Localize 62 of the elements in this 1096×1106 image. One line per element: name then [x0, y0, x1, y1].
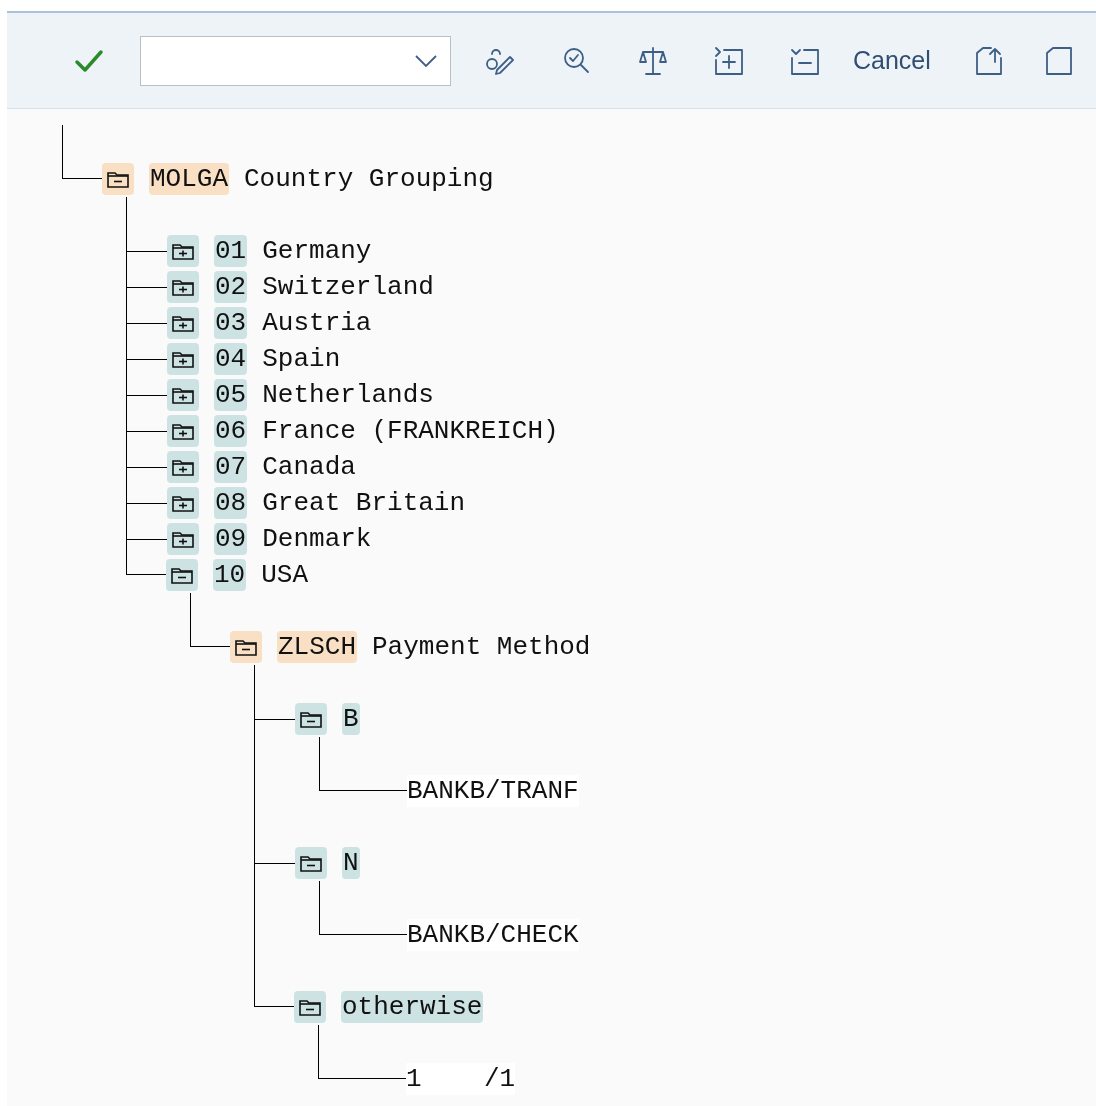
node-key[interactable]: 08	[214, 487, 248, 519]
node-key[interactable]: otherwise	[341, 991, 484, 1023]
folder-plus-icon[interactable]	[172, 350, 194, 368]
tree-leaf-text: 1 /1	[406, 1063, 516, 1095]
node-label: Great Britain	[262, 487, 466, 519]
node-label: Payment Method	[372, 631, 591, 663]
node-label: Switzerland	[262, 271, 434, 303]
folder-toggle[interactable]	[167, 271, 199, 303]
folder-plus-icon[interactable]	[172, 278, 194, 296]
folder-plus-icon[interactable]	[172, 386, 194, 404]
node-key[interactable]: 02	[214, 271, 248, 303]
node-key[interactable]: MOLGA	[149, 163, 229, 195]
node-label: USA	[261, 559, 309, 591]
node-key[interactable]: 10	[213, 559, 247, 591]
folder-plus-icon[interactable]	[172, 530, 194, 548]
tree-leaf-text: BANKB/CHECK	[407, 919, 579, 951]
node-label: Spain	[262, 343, 341, 375]
node-key[interactable]: 05	[214, 379, 248, 411]
node-key[interactable]: 03	[214, 307, 248, 339]
folder-toggle[interactable]	[167, 343, 199, 375]
folder-toggle[interactable]	[295, 847, 327, 879]
folder-plus-icon[interactable]	[172, 314, 194, 332]
tree-leaf-text: BANKB/TRANF	[407, 775, 579, 807]
folder-plus-icon[interactable]	[172, 458, 194, 476]
node-label: Country Grouping	[244, 163, 494, 195]
node-label: France (FRANKREICH)	[262, 415, 559, 447]
node-key[interactable]: 06	[214, 415, 248, 447]
folder-toggle[interactable]	[295, 703, 327, 735]
folder-toggle[interactable]	[102, 163, 134, 195]
folder-minus-icon[interactable]	[300, 854, 322, 872]
node-key[interactable]: 09	[214, 523, 248, 555]
folder-minus-icon[interactable]	[299, 998, 321, 1016]
folder-plus-icon[interactable]	[172, 422, 194, 440]
node-key[interactable]: B	[342, 703, 360, 735]
node-key[interactable]: N	[342, 847, 360, 879]
folder-plus-icon[interactable]	[172, 242, 194, 260]
node-label: Canada	[262, 451, 356, 483]
folder-toggle[interactable]	[230, 631, 262, 663]
folder-toggle[interactable]	[167, 451, 199, 483]
folder-toggle[interactable]	[167, 379, 199, 411]
folder-toggle[interactable]	[166, 559, 198, 591]
folder-toggle[interactable]	[167, 523, 199, 555]
folder-toggle[interactable]	[167, 235, 199, 267]
node-key[interactable]: ZLSCH	[277, 631, 357, 663]
folder-toggle[interactable]	[167, 307, 199, 339]
folder-toggle[interactable]	[167, 487, 199, 519]
folder-minus-icon[interactable]	[300, 710, 322, 728]
node-label: Netherlands	[262, 379, 434, 411]
node-key[interactable]: 04	[214, 343, 248, 375]
folder-minus-icon[interactable]	[235, 638, 257, 656]
folder-minus-icon[interactable]	[107, 170, 129, 188]
chevron-down-icon[interactable]	[414, 53, 438, 68]
cancel-button[interactable]: Cancel	[849, 41, 935, 80]
folder-toggle[interactable]	[294, 991, 326, 1023]
node-label: Austria	[262, 307, 372, 339]
folder-minus-icon[interactable]	[171, 566, 193, 584]
node-key[interactable]: 01	[214, 235, 248, 267]
folder-toggle[interactable]	[167, 415, 199, 447]
node-label: Denmark	[262, 523, 372, 555]
folder-plus-icon[interactable]	[172, 494, 194, 512]
node-label: Germany	[262, 235, 372, 267]
node-key[interactable]: 07	[214, 451, 248, 483]
